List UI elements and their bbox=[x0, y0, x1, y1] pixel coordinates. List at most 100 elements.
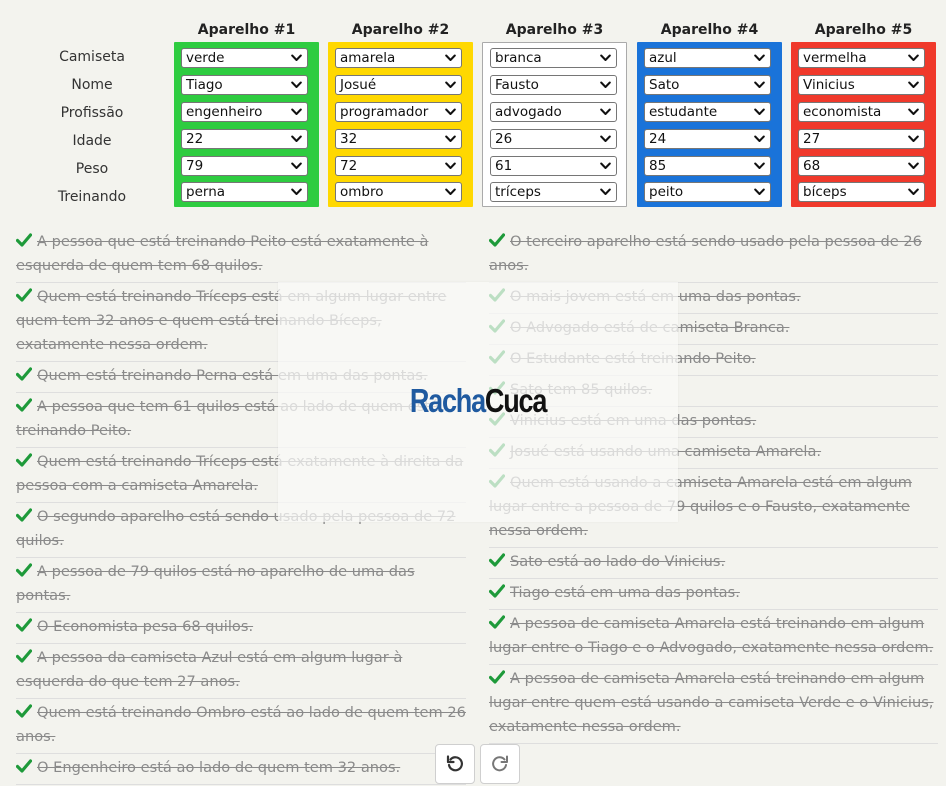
select-nome-device-2[interactable]: Josué bbox=[335, 75, 462, 95]
select-peso-device-2[interactable]: 72 bbox=[335, 156, 462, 176]
select-camiseta-device-2[interactable]: amarela bbox=[335, 48, 462, 68]
chevron-down-icon bbox=[600, 162, 611, 169]
select-value: estudante bbox=[649, 104, 718, 120]
select-value: Vinicius bbox=[803, 77, 855, 93]
select-value: 61 bbox=[495, 158, 513, 174]
select-idade-device-4[interactable]: 24 bbox=[644, 129, 771, 149]
select-idade-device-3[interactable]: 26 bbox=[490, 129, 617, 149]
select-peso-device-4[interactable]: 85 bbox=[644, 156, 771, 176]
select-nome-device-5[interactable]: Vinicius bbox=[798, 75, 925, 95]
select-value: ombro bbox=[340, 184, 384, 200]
check-icon bbox=[16, 453, 32, 467]
clue-text: Tiago está em uma das pontas. bbox=[510, 584, 740, 601]
chevron-down-icon bbox=[754, 108, 765, 115]
chevron-down-icon bbox=[445, 188, 456, 195]
select-profissao-device-3[interactable]: advogado bbox=[490, 102, 617, 122]
select-value: 79 bbox=[186, 158, 204, 174]
device-header-2: Aparelho #2 bbox=[351, 22, 450, 38]
clue-item[interactable]: Tiago está em uma das pontas. bbox=[489, 579, 938, 610]
row-label-nome: Nome bbox=[71, 77, 113, 93]
chevron-down-icon bbox=[291, 54, 302, 61]
clue-item[interactable]: A pessoa da camiseta Azul está em algum … bbox=[16, 644, 466, 699]
select-profissao-device-5[interactable]: economista bbox=[798, 102, 925, 122]
select-nome-device-1[interactable]: Tiago bbox=[181, 75, 308, 95]
select-value: azul bbox=[649, 50, 677, 66]
redo-button[interactable] bbox=[480, 744, 520, 784]
clue-text: A pessoa de camiseta Amarela está treina… bbox=[489, 670, 934, 735]
select-idade-device-5[interactable]: 27 bbox=[798, 129, 925, 149]
select-value: Josué bbox=[340, 77, 377, 93]
clue-item[interactable]: O terceiro aparelho está sendo usado pel… bbox=[489, 228, 938, 283]
check-icon bbox=[16, 759, 32, 773]
select-peso-device-5[interactable]: 68 bbox=[798, 156, 925, 176]
check-icon bbox=[489, 670, 505, 684]
device-header-4: Aparelho #4 bbox=[660, 22, 759, 38]
clue-item[interactable]: O Engenheiro está ao lado de quem tem 32… bbox=[16, 754, 466, 785]
puzzle-grid: Camiseta Nome Profissão Idade Peso Treinando A… bbox=[0, 0, 946, 212]
select-value: 85 bbox=[649, 158, 667, 174]
select-treinando-device-4[interactable]: peito bbox=[644, 182, 771, 202]
select-idade-device-1[interactable]: 22 bbox=[181, 129, 308, 149]
select-value: 26 bbox=[495, 131, 513, 147]
clue-item[interactable]: Quem está treinando Ombro está ao lado d… bbox=[16, 699, 466, 754]
chevron-down-icon bbox=[908, 162, 919, 169]
chevron-down-icon bbox=[754, 188, 765, 195]
row-label-idade: Idade bbox=[72, 133, 112, 149]
select-profissao-device-4[interactable]: estudante bbox=[644, 102, 771, 122]
check-icon bbox=[489, 584, 505, 598]
logo-part-racha: Racha bbox=[409, 382, 486, 419]
chevron-down-icon bbox=[908, 108, 919, 115]
clue-item[interactable]: Sato está ao lado do Vinicius. bbox=[489, 548, 938, 579]
select-profissao-device-1[interactable]: engenheiro bbox=[181, 102, 308, 122]
select-treinando-device-1[interactable]: perna bbox=[181, 182, 308, 202]
check-icon bbox=[16, 398, 32, 412]
select-peso-device-3[interactable]: 61 bbox=[490, 156, 617, 176]
select-value: programador bbox=[340, 104, 429, 120]
select-nome-device-4[interactable]: Sato bbox=[644, 75, 771, 95]
clue-item[interactable]: O Economista pesa 68 quilos. bbox=[16, 613, 466, 644]
chevron-down-icon bbox=[600, 188, 611, 195]
rachacuca-logo: RachaCuca bbox=[314, 382, 642, 420]
select-camiseta-device-1[interactable]: verde bbox=[181, 48, 308, 68]
select-value: verde bbox=[186, 50, 225, 66]
row-label-profissao: Profissão bbox=[60, 105, 124, 121]
select-idade-device-2[interactable]: 32 bbox=[335, 129, 462, 149]
chevron-down-icon bbox=[445, 135, 456, 142]
chevron-down-icon bbox=[754, 135, 765, 142]
clue-item[interactable]: A pessoa de camiseta Amarela está treina… bbox=[489, 610, 938, 665]
check-icon bbox=[16, 233, 32, 247]
chevron-down-icon bbox=[291, 162, 302, 169]
clue-text: A pessoa que está treinando Peito está e… bbox=[16, 233, 429, 274]
chevron-down-icon bbox=[445, 108, 456, 115]
select-treinando-device-2[interactable]: ombro bbox=[335, 182, 462, 202]
clue-text: A pessoa de camiseta Amarela está treina… bbox=[489, 615, 934, 656]
clue-item[interactable]: A pessoa de 79 quilos está no aparelho d… bbox=[16, 558, 466, 613]
undo-button[interactable] bbox=[435, 744, 475, 784]
select-camiseta-device-3[interactable]: branca bbox=[490, 48, 617, 68]
select-treinando-device-3[interactable]: tríceps bbox=[490, 182, 617, 202]
select-camiseta-device-4[interactable]: azul bbox=[644, 48, 771, 68]
logo-overlay: RachaCuca bbox=[278, 282, 678, 522]
select-value: 27 bbox=[803, 131, 821, 147]
check-icon bbox=[16, 618, 32, 632]
chevron-down-icon bbox=[908, 54, 919, 61]
select-value: Tiago bbox=[186, 77, 223, 93]
clue-item[interactable]: A pessoa que está treinando Peito está e… bbox=[16, 228, 466, 283]
select-treinando-device-5[interactable]: bíceps bbox=[798, 182, 925, 202]
select-peso-device-1[interactable]: 79 bbox=[181, 156, 308, 176]
check-icon bbox=[16, 649, 32, 663]
select-value: perna bbox=[186, 184, 226, 200]
select-nome-device-3[interactable]: Fausto bbox=[490, 75, 617, 95]
select-profissao-device-2[interactable]: programador bbox=[335, 102, 462, 122]
device-column-5: vermelha Vinicius economista 27 68 bíceps bbox=[791, 42, 936, 207]
clue-item[interactable]: A pessoa de camiseta Amarela está treina… bbox=[489, 665, 938, 744]
chevron-down-icon bbox=[600, 81, 611, 88]
chevron-down-icon bbox=[600, 108, 611, 115]
select-value: economista bbox=[803, 104, 882, 120]
clue-text: A pessoa de 79 quilos está no aparelho d… bbox=[16, 563, 415, 604]
check-icon bbox=[16, 508, 32, 522]
select-value: bíceps bbox=[803, 184, 847, 200]
chevron-down-icon bbox=[291, 108, 302, 115]
clue-text: Sato está ao lado do Vinicius. bbox=[510, 553, 726, 570]
select-camiseta-device-5[interactable]: vermelha bbox=[798, 48, 925, 68]
